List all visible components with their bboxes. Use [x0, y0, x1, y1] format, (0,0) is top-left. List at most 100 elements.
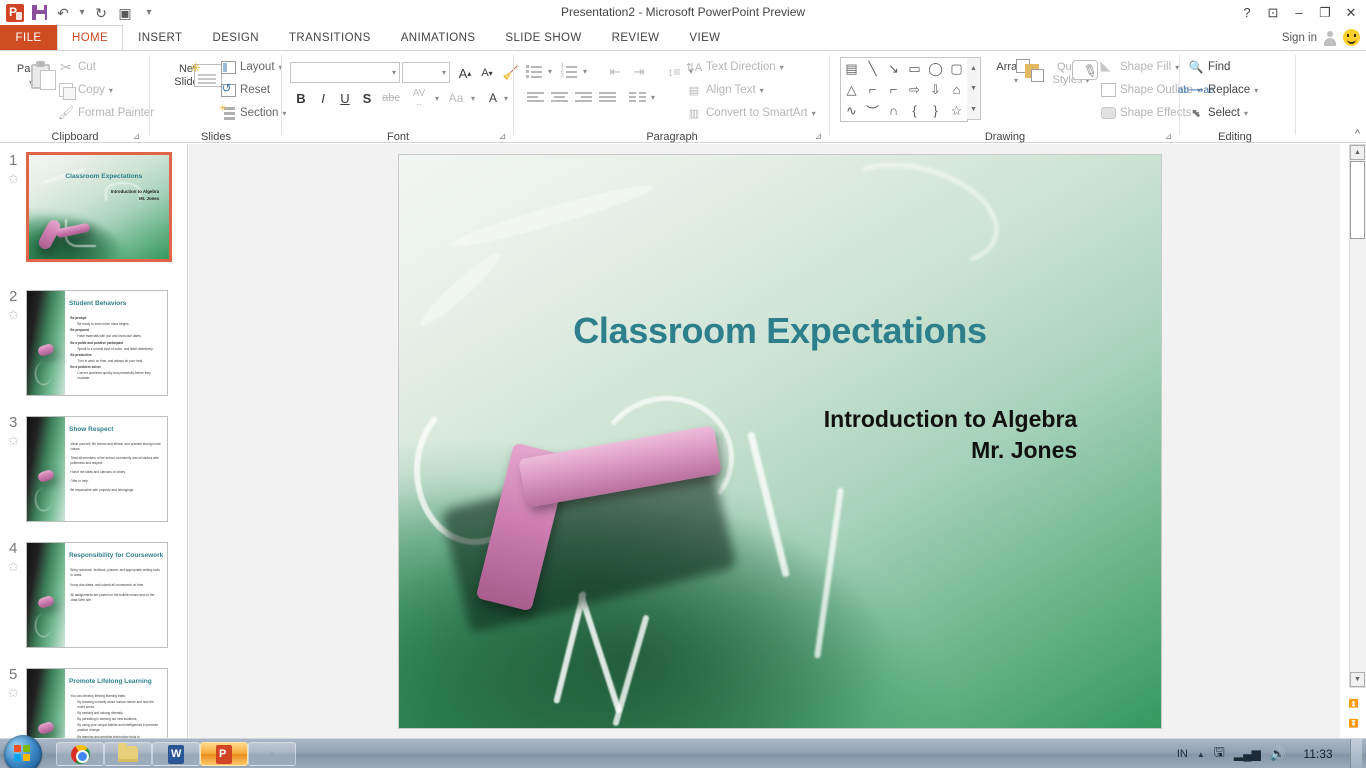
- slide-view-scrollbar[interactable]: ▲ ▼: [1349, 144, 1366, 688]
- tab-review[interactable]: REVIEW: [597, 25, 675, 50]
- shape-elbow-connector-icon[interactable]: ⌐: [862, 79, 883, 100]
- numbering-icon[interactable]: 123: [559, 61, 579, 82]
- align-text-dropdown-icon[interactable]: ▾: [760, 86, 764, 95]
- font-size-dropdown-icon[interactable]: ▾: [442, 68, 446, 77]
- previous-slide-button[interactable]: ⏫: [1345, 695, 1362, 712]
- paste-button[interactable]: Paste ▾: [8, 61, 56, 90]
- shape-star-icon[interactable]: ☆: [946, 100, 967, 121]
- character-spacing-dropdown-icon[interactable]: ▾: [432, 87, 442, 109]
- customize-qat-icon[interactable]: ▾: [138, 2, 160, 24]
- italic-button[interactable]: I: [312, 87, 334, 109]
- start-slideshow-icon[interactable]: ▣: [114, 2, 136, 24]
- tab-slide-show[interactable]: SLIDE SHOW: [490, 25, 596, 50]
- slide-view-scroll-up-button[interactable]: ▲: [1350, 145, 1365, 160]
- save-icon[interactable]: [28, 2, 50, 24]
- align-text-button[interactable]: ▤ Align Text ▾: [686, 82, 764, 98]
- shape-rectangle-icon[interactable]: ▭: [904, 58, 925, 79]
- drawing-dialog-launcher[interactable]: ⊿: [1163, 131, 1174, 142]
- font-color-dropdown-icon[interactable]: ▾: [501, 87, 511, 109]
- language-indicator[interactable]: IN: [1177, 748, 1188, 760]
- slide-edit-area[interactable]: Classroom Expectations Introduction to A…: [189, 144, 1340, 738]
- animation-star-icon-4[interactable]: ✩: [8, 559, 19, 575]
- thumbnail-row-2[interactable]: 2 ✩ Student Behaviors Be prompt Be ready…: [0, 288, 187, 398]
- columns-dropdown-icon[interactable]: ▾: [648, 87, 658, 108]
- shapes-gallery-more-icon[interactable]: ▼: [970, 99, 977, 119]
- slide-title[interactable]: Classroom Expectations: [445, 310, 1116, 352]
- copy-dropdown-icon[interactable]: ▾: [109, 86, 113, 95]
- shape-left-brace-icon[interactable]: {: [904, 100, 925, 121]
- shapes-gallery-scrollbar[interactable]: ▲ ▼ ▼: [967, 57, 981, 120]
- font-dialog-launcher[interactable]: ⊿: [497, 131, 508, 142]
- help-button[interactable]: ?: [1234, 1, 1260, 24]
- replace-dropdown-icon[interactable]: ▾: [1254, 86, 1258, 95]
- arrange-dropdown-icon[interactable]: ▾: [1014, 74, 1018, 87]
- taskbar-item-chrome[interactable]: [56, 742, 104, 766]
- section-button[interactable]: Section ▾: [219, 103, 286, 121]
- bullets-icon[interactable]: [524, 61, 544, 82]
- feedback-smiley-icon[interactable]: [1343, 29, 1360, 46]
- slide-view-scroll-down-button[interactable]: ▼: [1350, 672, 1365, 687]
- thumbnail-slide-4[interactable]: Responsibility for Coursework Bring note…: [26, 542, 168, 648]
- columns-icon[interactable]: [626, 87, 648, 108]
- taskbar-item-file-explorer[interactable]: [104, 742, 152, 766]
- ribbon-display-options-button[interactable]: ⊡: [1260, 1, 1286, 24]
- animation-star-icon-5[interactable]: ✩: [8, 685, 19, 701]
- shape-oval-icon[interactable]: ◯: [925, 58, 946, 79]
- thumbnail-slide-5[interactable]: Promote Lifelong Learning You can develo…: [26, 668, 168, 738]
- close-button[interactable]: ✕: [1338, 1, 1364, 24]
- bullets-dropdown-icon[interactable]: ▾: [545, 61, 555, 82]
- layout-button[interactable]: Layout ▾: [220, 59, 283, 75]
- arrange-button[interactable]: Arrange ▾: [988, 59, 1044, 87]
- restore-button[interactable]: ❐: [1312, 1, 1338, 24]
- font-size-combobox[interactable]: ▾: [402, 62, 450, 83]
- smartart-dropdown-icon[interactable]: ▾: [812, 109, 816, 118]
- shapes-gallery[interactable]: ▤ ╲ ↘ ▭ ◯ ▢ △ ⌐ ⌐ ⇨ ⇩ ⌂ ∿ ︶ ∩ { } ☆: [840, 57, 968, 122]
- quick-styles-button[interactable]: ✎ Quick Styles ▾: [1046, 59, 1101, 87]
- tab-home[interactable]: HOME: [57, 25, 124, 50]
- taskbar-item-word[interactable]: [152, 742, 200, 766]
- text-shadow-button[interactable]: S: [356, 87, 378, 109]
- slide-subtitle[interactable]: Introduction to Algebra Mr. Jones: [824, 404, 1077, 465]
- shape-right-brace-icon[interactable]: }: [925, 100, 946, 121]
- shape-curve-icon[interactable]: ︶: [862, 100, 883, 121]
- collapse-ribbon-button[interactable]: ^: [1355, 128, 1360, 140]
- tab-insert[interactable]: INSERT: [123, 25, 197, 50]
- replace-button[interactable]: ab⟶ac Replace ▾: [1178, 82, 1258, 98]
- find-button[interactable]: 🔍 Find: [1188, 59, 1231, 75]
- shape-right-arrow-icon[interactable]: ⇨: [904, 79, 925, 100]
- select-dropdown-icon[interactable]: ▾: [1244, 109, 1248, 118]
- shape-elbow-arrow-icon[interactable]: ⌐: [883, 79, 904, 100]
- animation-star-icon-1[interactable]: ✩: [8, 171, 19, 187]
- tab-view[interactable]: VIEW: [674, 25, 735, 50]
- new-slide-button[interactable]: ✳ New Slide ▾: [164, 61, 222, 89]
- redo-icon[interactable]: ↻: [90, 2, 112, 24]
- cut-button[interactable]: ✂ Cut: [58, 59, 96, 75]
- animation-star-icon-2[interactable]: ✩: [8, 307, 19, 323]
- strikethrough-button[interactable]: abc: [378, 87, 404, 109]
- change-case-button[interactable]: Aa: [444, 87, 468, 109]
- text-direction-dropdown-icon[interactable]: ▾: [780, 63, 784, 72]
- tab-file[interactable]: FILE: [0, 25, 57, 50]
- start-button[interactable]: [4, 735, 42, 768]
- character-spacing-button[interactable]: AV ↔: [406, 87, 432, 109]
- clipboard-dialog-launcher[interactable]: ⊿: [131, 131, 142, 142]
- powerpoint-logo-icon[interactable]: [4, 2, 26, 24]
- thumbnail-row-5[interactable]: 5 ✩ Promote Lifelong Learning You can de…: [0, 666, 187, 738]
- format-painter-button[interactable]: 🖌 Format Painter: [58, 105, 154, 121]
- thumbnail-slide-1[interactable]: Classroom Expectations Introduction to A…: [26, 152, 172, 262]
- align-right-icon[interactable]: [572, 87, 594, 108]
- increase-font-size-button[interactable]: A ▴: [454, 62, 476, 84]
- volume-icon[interactable]: 🔊: [1270, 746, 1286, 762]
- select-button[interactable]: ⬉ Select ▾: [1188, 105, 1248, 121]
- justify-icon[interactable]: [596, 87, 618, 108]
- undo-icon[interactable]: ↶: [52, 2, 74, 24]
- clock[interactable]: 11:33: [1295, 747, 1341, 761]
- copy-button[interactable]: Copy ▾: [58, 82, 113, 100]
- thumbnail-row-3[interactable]: 3 ✩ Show Respect Value yourself. Be hone…: [0, 414, 187, 524]
- show-hidden-icons-button[interactable]: ▲: [1197, 750, 1205, 759]
- align-center-icon[interactable]: [548, 87, 570, 108]
- taskbar-item-powerpoint[interactable]: [200, 742, 248, 766]
- shapes-gallery-down-icon[interactable]: ▼: [970, 79, 977, 99]
- font-name-dropdown-icon[interactable]: ▾: [392, 68, 396, 77]
- shape-pentagon-icon[interactable]: ⌂: [946, 79, 967, 100]
